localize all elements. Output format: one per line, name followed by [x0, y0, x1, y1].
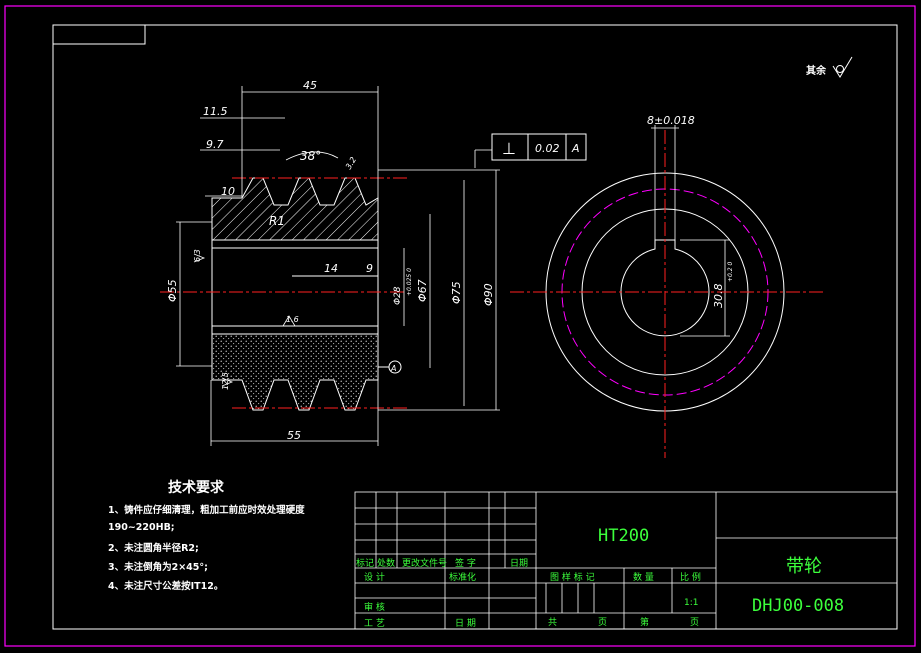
sheet-label: 第 — [640, 616, 649, 628]
scale-value: 1:1 — [684, 598, 698, 608]
rev-header: 处数 — [377, 557, 395, 569]
stage-mark-label: 图 样 标 记 — [550, 571, 595, 583]
tech-req-item: 4、未注尺寸公差按IT12。 — [108, 580, 223, 592]
scale-label: 比 例 — [680, 571, 701, 583]
tech-req-item: 1、铸件应仔细清理，粗加工前应时效处理硬度 — [108, 504, 305, 516]
datum-label: A — [390, 364, 396, 373]
page-label-2: 页 — [690, 617, 699, 628]
roughness-symbol-icon — [832, 56, 853, 78]
engineering-drawing: 其余 45 11.5 9.7 38° 10 R1 14 9 Φ55 Φ28 +0… — [4, 5, 916, 647]
section-view — [160, 177, 410, 411]
upper-section — [211, 177, 379, 241]
perpendicularity-icon: ⊥ — [502, 139, 516, 158]
tech-requirements: 技术要求 1、铸件应仔细清理，粗加工前应时效处理硬度 190~220HB; 2、… — [108, 479, 305, 592]
dim-45: 45 — [303, 79, 317, 92]
dim-r1: R1 — [269, 214, 285, 228]
dim-10: 10 — [221, 185, 235, 198]
tech-req-item: 3、未注倒角为2×45°; — [108, 561, 208, 573]
standardize-label: 标准化 — [449, 571, 476, 583]
dim-key-depth: 30.8 — [712, 284, 725, 309]
process-label: 工 艺 — [364, 618, 385, 629]
material: HT200 — [598, 526, 649, 546]
rev-header: 更改文件号 — [402, 557, 447, 569]
total-label: 共 — [548, 617, 557, 628]
rev-header: 日期 — [510, 558, 528, 569]
dim-phi75: Φ75 — [450, 281, 463, 304]
tolerance-frame: ⊥ 0.02 A — [491, 133, 587, 161]
tolerance-value: 0.02 — [535, 142, 560, 155]
dim-phi67: Φ67 — [416, 279, 429, 302]
dim-phi28: Φ28 — [393, 286, 403, 305]
dim-phi55: Φ55 — [166, 279, 179, 302]
dim-14: 14 — [324, 262, 338, 275]
dim-9: 9 — [366, 262, 373, 275]
rough-3-2: 3.2 — [344, 155, 358, 171]
date-label: 日 期 — [455, 618, 476, 629]
rev-header: 标记 — [356, 557, 374, 569]
rough-1-6: 1.6 — [286, 315, 299, 324]
tech-req-item: 2、未注圆角半径R2; — [108, 542, 199, 554]
design-label: 设 计 — [364, 571, 385, 583]
tolerance-datum: A — [571, 142, 580, 155]
dim-55: 55 — [287, 429, 301, 442]
end-view — [510, 125, 825, 458]
dim-phi28-tol: +0.025 0 — [406, 268, 413, 296]
lower-section — [211, 333, 379, 411]
rough-12-5: 12.5 — [221, 372, 230, 390]
dim-key-width: 8±0.018 — [647, 114, 695, 127]
drawing-number: DHJ00-008 — [752, 596, 844, 616]
corner-box — [52, 24, 146, 45]
dim-38: 38° — [300, 149, 321, 163]
dim-9-7: 9.7 — [206, 138, 224, 151]
tech-req-item: 190~220HB; — [108, 522, 175, 533]
rev-header: 签 字 — [455, 557, 476, 569]
quantity-label: 数 量 — [633, 571, 654, 583]
check-label: 审 核 — [364, 601, 385, 613]
surface-finish-label: 其余 — [806, 64, 827, 77]
dim-11-5: 11.5 — [203, 105, 228, 118]
tech-req-title: 技术要求 — [168, 479, 225, 496]
page-label: 页 — [598, 617, 607, 628]
dim-phi90: Φ90 — [482, 283, 495, 306]
dim-key-depth-tol: +0.2 0 — [727, 262, 734, 282]
part-name: 带轮 — [786, 556, 822, 577]
